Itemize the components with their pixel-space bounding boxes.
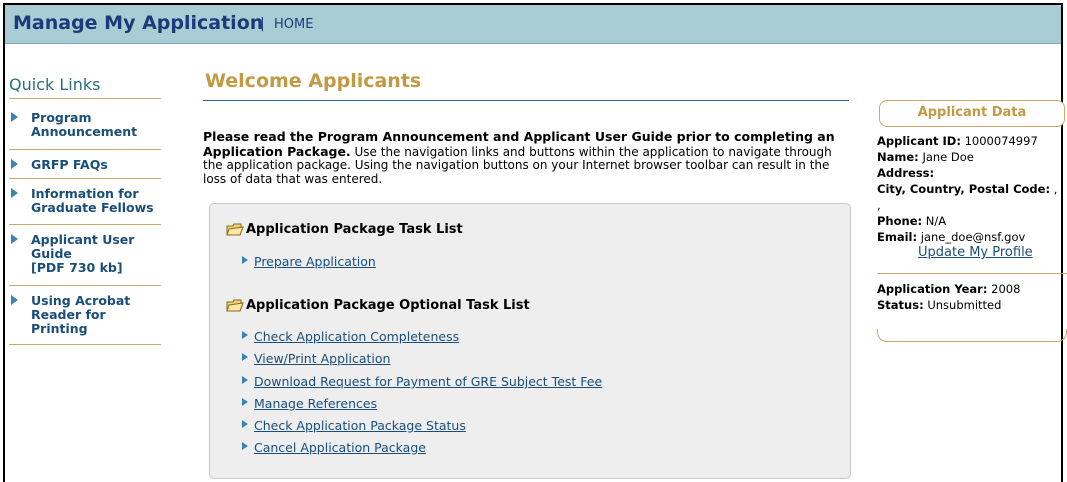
divider [9,178,161,179]
arrow-right-icon [242,442,248,450]
quick-link-program-announcement[interactable]: Program Announcement [9,111,161,147]
address-row: Address: [877,165,1063,181]
arrow-right-icon [242,331,248,339]
field-label: Name: [877,150,919,164]
view-print-link[interactable]: View/Print Application [242,351,390,366]
arrow-right-icon [11,159,18,169]
link-label[interactable]: Cancel Application Package [254,440,426,455]
application-status: Application Year: 2008 Status: Unsubmitt… [877,281,1063,313]
field-label: Status: [877,298,924,312]
link-label[interactable]: Check Application Package Status [254,418,466,433]
app-title: Manage My Application [13,12,264,34]
phone-row: Phone: N/A [877,213,1063,229]
arrow-right-icon [11,234,18,244]
email-value: jane_doe@nsf.gov [920,230,1026,244]
applicant-data-header: Applicant Data [879,100,1065,127]
link-label[interactable]: Prepare Application [254,254,376,269]
quick-link-label[interactable]: GRFP FAQs [31,158,108,172]
intro-text: Please read the Program Announcement and… [203,130,843,186]
applicant-id-value: 1000074997 [964,134,1038,148]
quick-link-label[interactable]: Using Acrobat Reader for Printing [31,294,130,336]
quick-link-user-guide[interactable]: Applicant User Guide [PDF 730 kb] [9,233,161,281]
arrow-right-icon [11,112,18,122]
task-list-title: Application Package Task List [246,222,463,237]
header-bar: Manage My Application | HOME [5,5,1061,44]
arrow-right-icon [242,353,248,361]
applicant-id-row: Applicant ID: 1000074997 [877,133,1063,149]
applicant-details: Applicant ID: 1000074997 Name: Jane Doe … [877,133,1063,245]
name-value: Jane Doe [922,150,974,164]
divider [9,344,161,345]
quick-link-label[interactable]: Information for Graduate Fellows [31,187,154,215]
update-profile-link[interactable]: Update My Profile [918,245,1033,260]
app-year-value: 2008 [991,282,1021,296]
prepare-application-link[interactable]: Prepare Application [242,254,376,269]
divider [203,100,849,101]
cancel-package-link[interactable]: Cancel Application Package [242,440,426,455]
arrow-right-icon [242,376,248,384]
quick-link-label[interactable]: Program Announcement [31,111,137,139]
optional-task-list-title: Application Package Optional Task List [246,298,530,313]
page-frame: Manage My Application | HOME Quick Links… [3,3,1067,482]
divider [877,273,1067,274]
quick-link-label[interactable]: Applicant User Guide [PDF 730 kb] [31,233,134,275]
link-label[interactable]: Manage References [254,396,377,411]
folder-open-icon [226,299,244,312]
field-label: Email: [877,230,918,244]
phone-value: N/A [925,214,947,228]
home-link[interactable]: HOME [274,17,313,32]
arrow-right-icon [242,256,248,264]
quick-link-acrobat[interactable]: Using Acrobat Reader for Printing [9,294,161,342]
name-row: Name: Jane Doe [877,149,1063,165]
divider [9,98,161,99]
applicant-data-title: Applicant Data [917,105,1027,120]
field-label: City, Country, Postal Code: [877,182,1051,196]
applicant-data-footer [877,329,1067,342]
task-list-panel: Application Package Task List Prepare Ap… [209,203,851,479]
field-label: Phone: [877,214,923,228]
divider [9,149,161,150]
field-label: Applicant ID: [877,134,961,148]
page-title: Welcome Applicants [205,70,422,92]
arrow-right-icon [11,188,18,198]
arrow-right-icon [242,420,248,428]
divider [9,285,161,286]
quick-link-graduate-fellows[interactable]: Information for Graduate Fellows [9,187,161,223]
arrow-right-icon [242,398,248,406]
download-gre-fee-link[interactable]: Download Request for Payment of GRE Subj… [242,374,602,389]
link-label[interactable]: Check Application Completeness [254,329,459,344]
divider [9,224,161,225]
title-separator: | [260,16,265,32]
app-year-row: Application Year: 2008 [877,281,1063,297]
city-row: City, Country, Postal Code: , , [877,181,1063,213]
field-label: Address: [877,166,935,180]
status-value: Unsubmitted [927,298,1002,312]
check-completeness-link[interactable]: Check Application Completeness [242,329,459,344]
folder-open-icon [226,223,244,236]
link-label[interactable]: Download Request for Payment of GRE Subj… [254,374,602,389]
check-status-link[interactable]: Check Application Package Status [242,418,466,433]
arrow-right-icon [11,295,18,305]
quick-links-title: Quick Links [9,75,101,94]
email-row: Email: jane_doe@nsf.gov [877,229,1063,245]
manage-references-link[interactable]: Manage References [242,396,377,411]
quick-link-grfp-faqs[interactable]: GRFP FAQs [9,158,161,176]
field-label: Application Year: [877,282,988,296]
status-row: Status: Unsubmitted [877,297,1063,313]
link-label[interactable]: View/Print Application [254,351,390,366]
